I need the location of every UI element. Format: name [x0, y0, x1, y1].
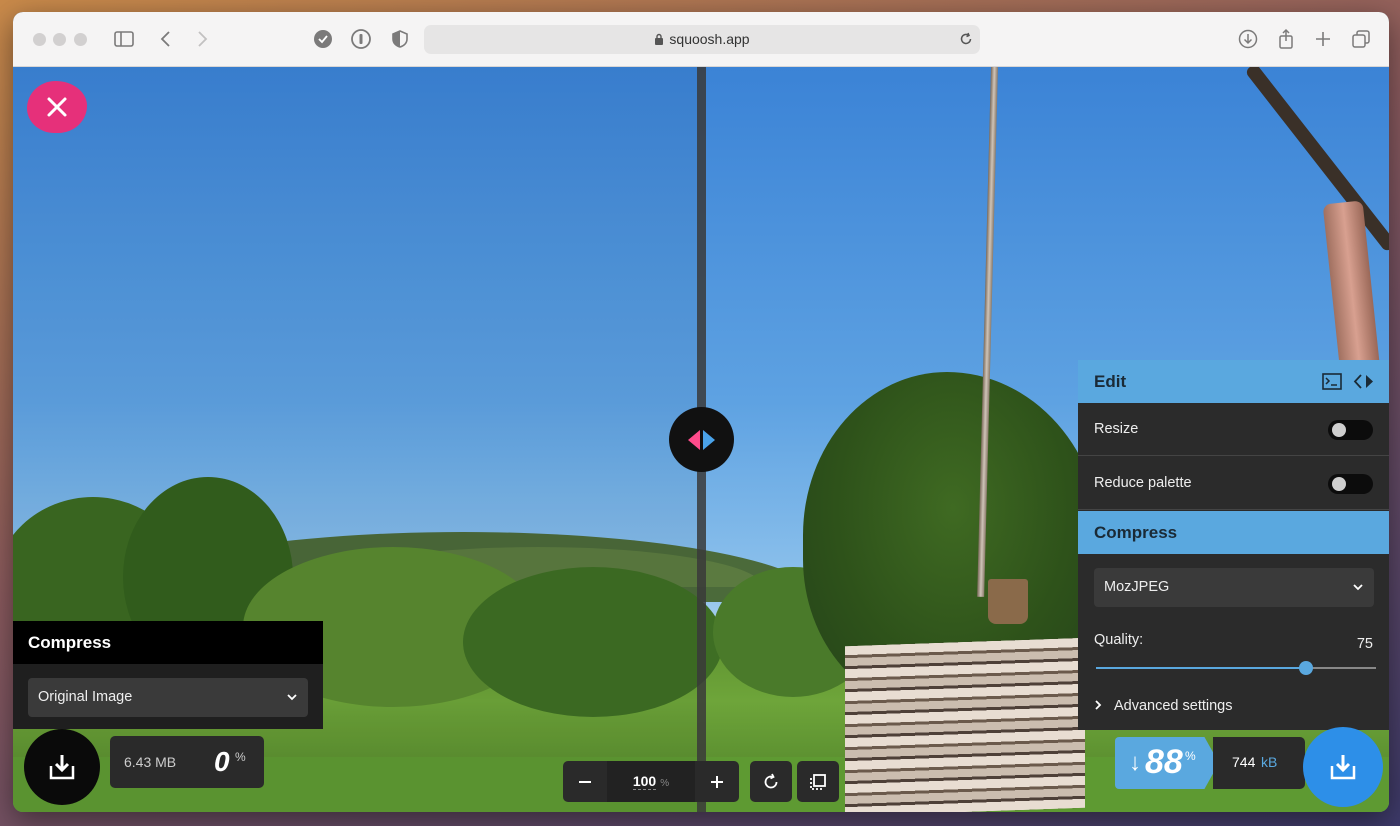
tab-overview-icon[interactable] — [1350, 28, 1372, 50]
downloads-icon[interactable] — [1237, 28, 1259, 50]
chevron-right-icon — [1095, 700, 1102, 710]
original-percent-sign: % — [235, 750, 246, 764]
reduce-palette-label: Reduce palette — [1094, 475, 1192, 491]
compressed-size-readout: 744 kB — [1213, 737, 1305, 789]
quality-slider-thumb[interactable] — [1299, 661, 1313, 675]
saving-percent-sign: % — [1185, 749, 1196, 763]
forward-icon[interactable] — [193, 28, 211, 50]
download-icon — [1330, 755, 1356, 780]
original-size-readout: 6.43 MB 0 % — [110, 736, 264, 788]
zoom-controls: 100% — [563, 761, 739, 802]
address-bar[interactable]: squoosh.app — [424, 25, 980, 54]
image-comparison-stage[interactable]: Compress Original Image 6.43 MB 0 % 100 … — [13, 67, 1389, 812]
resize-row: Resize — [1078, 403, 1389, 456]
edit-header-title: Edit — [1094, 372, 1127, 391]
original-percent: 0 — [214, 746, 230, 777]
sidebar-icon[interactable] — [113, 28, 135, 50]
left-compress-header: Compress — [13, 621, 323, 664]
compress-header: Compress — [1078, 511, 1389, 554]
share-icon[interactable] — [1275, 28, 1297, 50]
browser-toolbar: squoosh.app — [13, 12, 1389, 67]
chevron-down-icon — [1353, 584, 1363, 591]
quality-label: Quality: — [1094, 632, 1144, 648]
advanced-settings-toggle[interactable]: Advanced settings — [1094, 698, 1233, 714]
codec-select[interactable]: MozJPEG — [1094, 568, 1374, 607]
reduce-palette-toggle[interactable] — [1328, 474, 1373, 494]
check-extension-icon[interactable] — [312, 28, 334, 50]
reload-icon[interactable] — [959, 32, 973, 46]
advanced-settings-label: Advanced settings — [1114, 698, 1233, 714]
background-toggle-button[interactable] — [797, 761, 839, 802]
resize-label: Resize — [1094, 421, 1139, 437]
chevron-down-icon — [287, 694, 297, 701]
original-size-value: 6.43 MB — [124, 754, 177, 770]
divider-handle[interactable] — [669, 407, 734, 472]
photo-bucket — [988, 579, 1028, 624]
quality-slider-fill — [1096, 667, 1306, 669]
close-window-button[interactable] — [33, 33, 46, 46]
photo-woodpile — [845, 637, 1085, 812]
saving-badge: ↓ 88 % — [1115, 737, 1219, 789]
saving-percent: 88 — [1145, 743, 1183, 781]
terminal-icon[interactable] — [1322, 373, 1342, 390]
quality-slider[interactable] — [1096, 661, 1376, 675]
zoom-unit: % — [660, 778, 670, 789]
frame-icon — [810, 773, 826, 790]
codec-value: MozJPEG — [1104, 579, 1170, 595]
left-method-value: Original Image — [38, 689, 133, 705]
rotate-button[interactable] — [750, 761, 792, 802]
download-icon — [49, 755, 75, 780]
right-arrow-icon — [703, 429, 715, 450]
left-arrow-icon — [688, 429, 700, 450]
plus-icon — [711, 775, 723, 788]
rotate-icon — [764, 773, 778, 788]
password-extension-icon[interactable] — [350, 28, 372, 50]
left-method-select[interactable]: Original Image — [28, 678, 308, 717]
zoom-window-button[interactable] — [74, 33, 87, 46]
url-text: squoosh.app — [669, 31, 750, 47]
download-compressed-button[interactable] — [1303, 727, 1383, 807]
download-original-button[interactable] — [24, 729, 100, 805]
saving-arrow: ↓ — [1129, 749, 1141, 776]
compressed-size-value: 744 — [1232, 754, 1256, 770]
quality-value: 75 — [1356, 636, 1373, 652]
zoom-in-button[interactable] — [695, 761, 739, 802]
minimize-window-button[interactable] — [53, 33, 66, 46]
shield-icon[interactable] — [389, 28, 411, 50]
zoom-value: 100 — [632, 773, 657, 790]
browser-window: squoosh.app Compress Original Image 6.43… — [13, 12, 1389, 812]
zoom-out-button[interactable] — [563, 761, 607, 802]
lock-icon — [655, 33, 664, 45]
back-icon[interactable] — [157, 28, 175, 50]
copy-settings-icon[interactable] — [1353, 373, 1375, 390]
resize-toggle[interactable] — [1328, 420, 1373, 440]
zoom-input[interactable]: 100% — [607, 761, 695, 802]
close-icon — [47, 97, 67, 117]
new-tab-icon[interactable] — [1312, 28, 1334, 50]
close-button[interactable] — [27, 81, 87, 133]
minus-icon — [579, 780, 591, 783]
reduce-palette-row: Reduce palette — [1078, 457, 1389, 510]
left-options-panel: Compress Original Image — [13, 621, 323, 729]
compressed-size-unit: kB — [1261, 754, 1278, 770]
right-options-panel: Edit Resize Reduce palette Compress MozJ… — [1078, 360, 1389, 730]
edit-header: Edit — [1078, 360, 1389, 403]
